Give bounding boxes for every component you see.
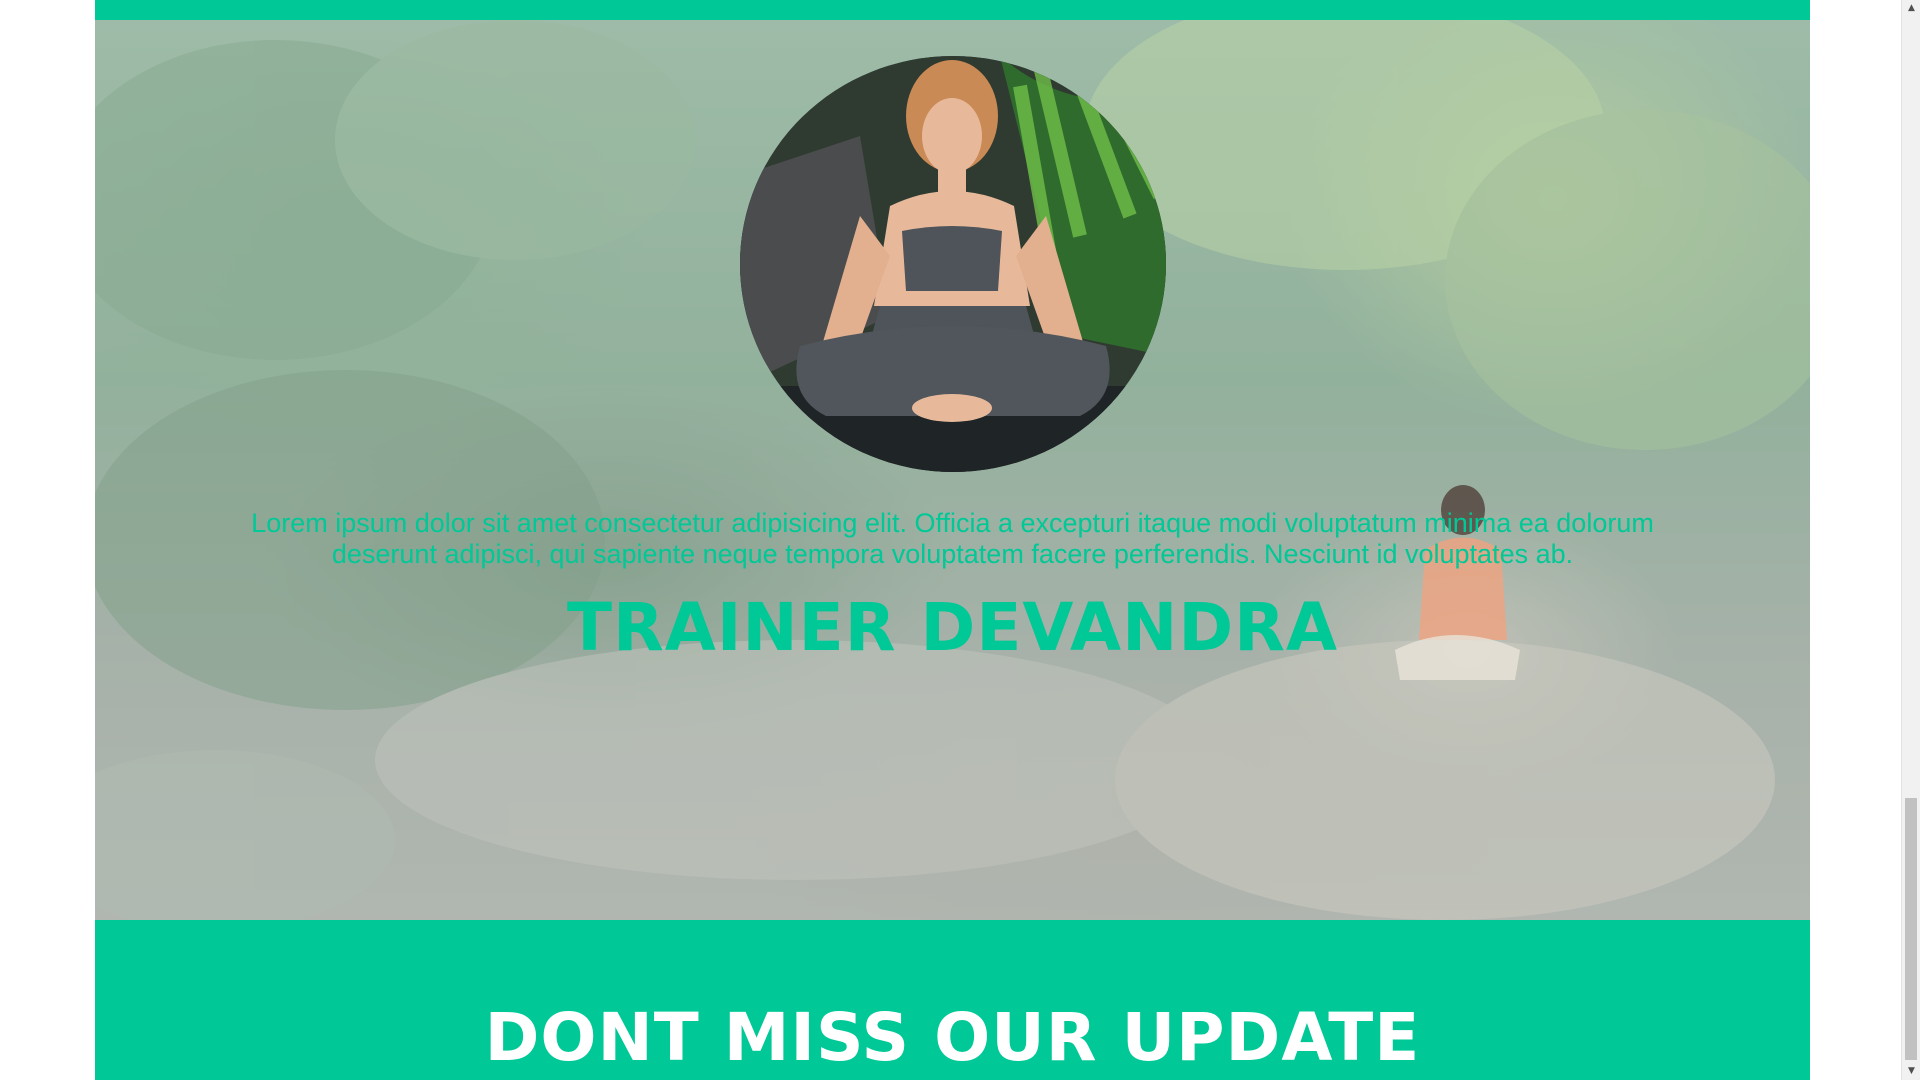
vertical-scrollbar[interactable]: ▲ ▼	[1901, 0, 1920, 1080]
trainer-portrait-image	[740, 56, 1166, 472]
scroll-down-arrow-icon[interactable]: ▼	[1902, 1063, 1920, 1080]
scrollbar-thumb[interactable]	[1905, 798, 1917, 1060]
newsletter-section: DONT MISS OUR UPDATE	[95, 920, 1810, 1080]
trainer-bio-text: Lorem ipsum dolor sit amet consectetur a…	[251, 508, 1654, 569]
top-accent-strip	[95, 0, 1810, 20]
page-container: Lorem ipsum dolor sit amet consectetur a…	[95, 0, 1810, 1080]
trainer-name-heading: TRAINER DEVANDRA	[566, 589, 1339, 666]
page-viewport: Lorem ipsum dolor sit amet consectetur a…	[0, 0, 1920, 1080]
trainer-section: Lorem ipsum dolor sit amet consectetur a…	[95, 20, 1810, 920]
scroll-up-arrow-icon[interactable]: ▲	[1902, 0, 1920, 17]
newsletter-heading: DONT MISS OUR UPDATE	[484, 999, 1421, 1076]
